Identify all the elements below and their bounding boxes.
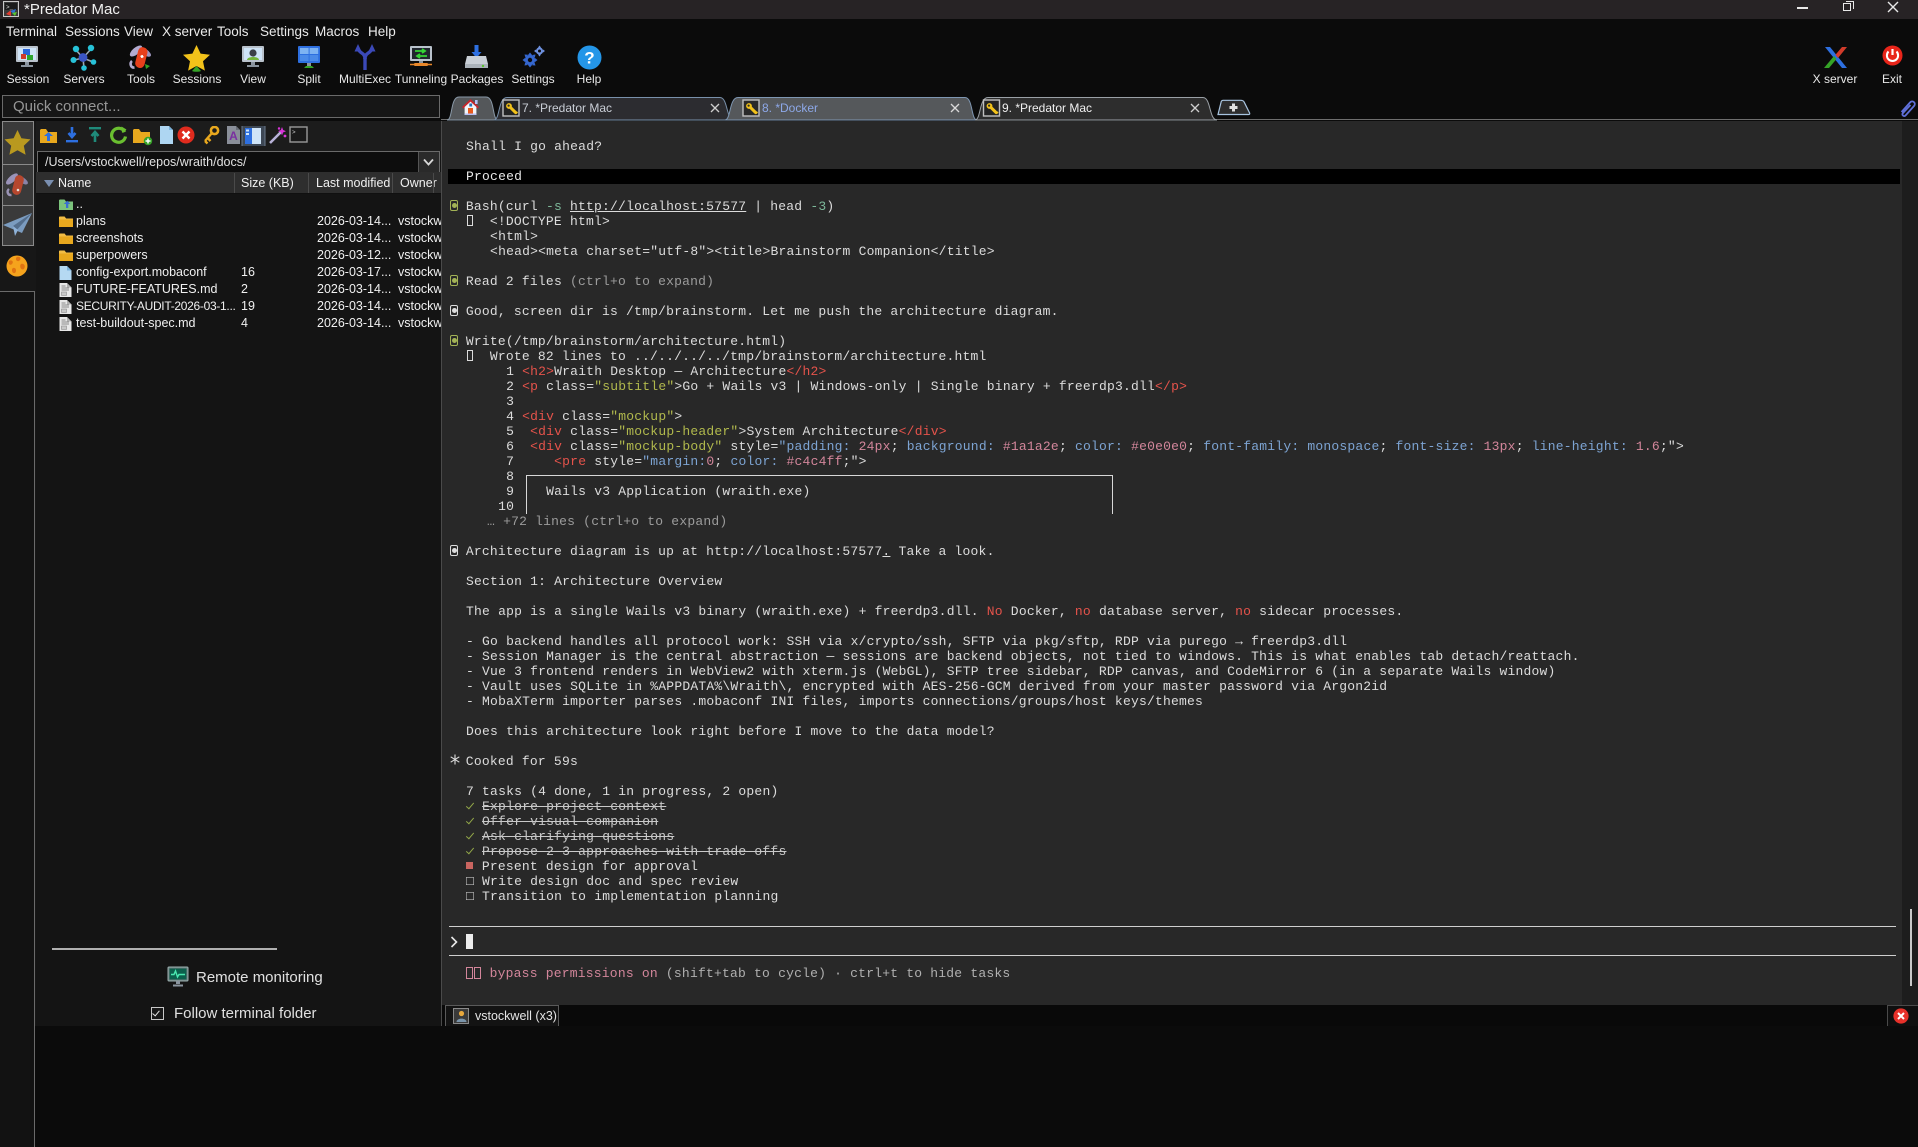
svg-text:>_: >_ [6,4,14,11]
svg-text:A: A [229,129,238,143]
svg-text:7. *Predator Mac: 7. *Predator Mac [522,101,612,115]
svg-text:9. *Predator Mac: 9. *Predator Mac [1002,101,1092,115]
svg-text:>: > [292,129,296,136]
svg-text:8. *Docker: 8. *Docker [762,101,818,115]
svg-text:?: ? [584,49,594,68]
